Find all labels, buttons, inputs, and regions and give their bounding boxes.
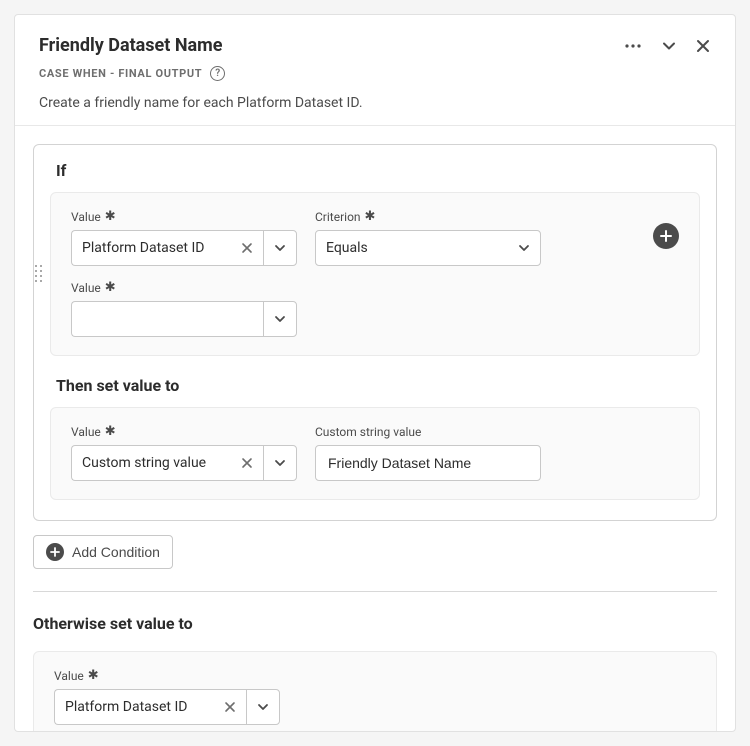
if-value1-dropdown-button[interactable]	[263, 230, 297, 266]
if-row-2: Value✱	[71, 280, 679, 337]
otherwise-value-label: Value✱	[54, 668, 280, 683]
subtitle-row: CASE WHEN - FINAL OUTPUT ?	[39, 66, 711, 81]
chevron-down-icon	[661, 38, 677, 54]
chevron-down-icon	[257, 701, 269, 713]
collapse-button[interactable]	[661, 38, 677, 54]
if-value1-field: Value✱ Platform Dataset ID	[71, 209, 297, 266]
derived-field-panel: Friendly Dataset Name CASE WHEN - FINAL …	[14, 14, 736, 732]
otherwise-value-input[interactable]: Platform Dataset ID	[54, 689, 246, 725]
if-criterion-label: Criterion✱	[315, 209, 541, 224]
required-asterisk: ✱	[105, 424, 116, 439]
close-icon	[224, 701, 236, 713]
drag-handle-icon[interactable]	[35, 265, 43, 283]
if-title: If	[56, 161, 700, 180]
if-value1-combo: Platform Dataset ID	[71, 230, 297, 266]
required-asterisk: ✱	[105, 209, 116, 224]
then-value-label: Value✱	[71, 424, 297, 439]
panel-body: If Value✱ Platform Dataset ID	[15, 126, 735, 731]
plus-icon	[50, 547, 60, 557]
otherwise-value-dropdown-button[interactable]	[246, 689, 280, 725]
required-asterisk: ✱	[88, 668, 99, 683]
if-value2-dropdown-button[interactable]	[263, 301, 297, 337]
add-condition-button[interactable]: Add Condition	[33, 535, 173, 569]
required-asterisk: ✱	[365, 209, 376, 224]
if-value1-clear-button[interactable]	[241, 242, 253, 254]
if-value2-input[interactable]	[71, 301, 263, 337]
panel-title: Friendly Dataset Name	[39, 35, 222, 56]
plus-icon	[659, 229, 673, 243]
then-custom-input[interactable]	[315, 445, 541, 481]
divider	[33, 591, 717, 592]
otherwise-value-combo: Platform Dataset ID	[54, 689, 280, 725]
then-value-clear-button[interactable]	[241, 457, 253, 469]
more-icon	[623, 36, 643, 56]
required-asterisk: ✱	[105, 280, 116, 295]
then-card: Value✱ Custom string value	[50, 407, 700, 500]
if-value1-input[interactable]: Platform Dataset ID	[71, 230, 263, 266]
if-value2-field: Value✱	[71, 280, 297, 337]
if-row-1: Value✱ Platform Dataset ID	[71, 209, 679, 266]
then-value-combo: Custom string value	[71, 445, 297, 481]
plus-circle-icon	[46, 543, 64, 561]
then-value-input[interactable]: Custom string value	[71, 445, 263, 481]
if-criterion-field: Criterion✱ Equals	[315, 209, 541, 266]
help-icon[interactable]: ?	[210, 66, 225, 81]
case-block: If Value✱ Platform Dataset ID	[33, 144, 717, 521]
panel-header: Friendly Dataset Name CASE WHEN - FINAL …	[15, 15, 735, 126]
otherwise-section: Otherwise set value to Value✱ Platform D…	[33, 614, 717, 731]
chevron-down-icon	[274, 242, 286, 254]
otherwise-title: Otherwise set value to	[33, 614, 717, 633]
chevron-down-icon	[518, 242, 530, 254]
close-icon	[695, 38, 711, 54]
otherwise-value-clear-button[interactable]	[224, 701, 236, 713]
otherwise-card: Value✱ Platform Dataset ID	[33, 651, 717, 731]
panel-subtitle: CASE WHEN - FINAL OUTPUT	[39, 67, 202, 80]
close-icon	[241, 457, 253, 469]
otherwise-value-field: Value✱ Platform Dataset ID	[54, 668, 280, 725]
chevron-down-icon	[274, 457, 286, 469]
if-value1-label: Value✱	[71, 209, 297, 224]
then-custom-field: Custom string value	[315, 425, 541, 481]
close-button[interactable]	[695, 38, 711, 54]
then-custom-label: Custom string value	[315, 425, 541, 439]
if-criterion-select[interactable]: Equals	[315, 230, 541, 266]
close-icon	[241, 242, 253, 254]
then-value-field: Value✱ Custom string value	[71, 424, 297, 481]
panel-description: Create a friendly name for each Platform…	[39, 95, 711, 111]
chevron-down-icon	[274, 313, 286, 325]
title-row: Friendly Dataset Name	[39, 35, 711, 56]
then-title: Then set value to	[56, 376, 700, 395]
add-criterion-button[interactable]	[653, 223, 679, 249]
header-actions	[623, 36, 711, 56]
more-options-button[interactable]	[623, 36, 643, 56]
if-value2-combo	[71, 301, 297, 337]
if-card: Value✱ Platform Dataset ID	[50, 192, 700, 356]
then-value-dropdown-button[interactable]	[263, 445, 297, 481]
then-row: Value✱ Custom string value	[71, 424, 679, 481]
if-value2-label: Value✱	[71, 280, 297, 295]
